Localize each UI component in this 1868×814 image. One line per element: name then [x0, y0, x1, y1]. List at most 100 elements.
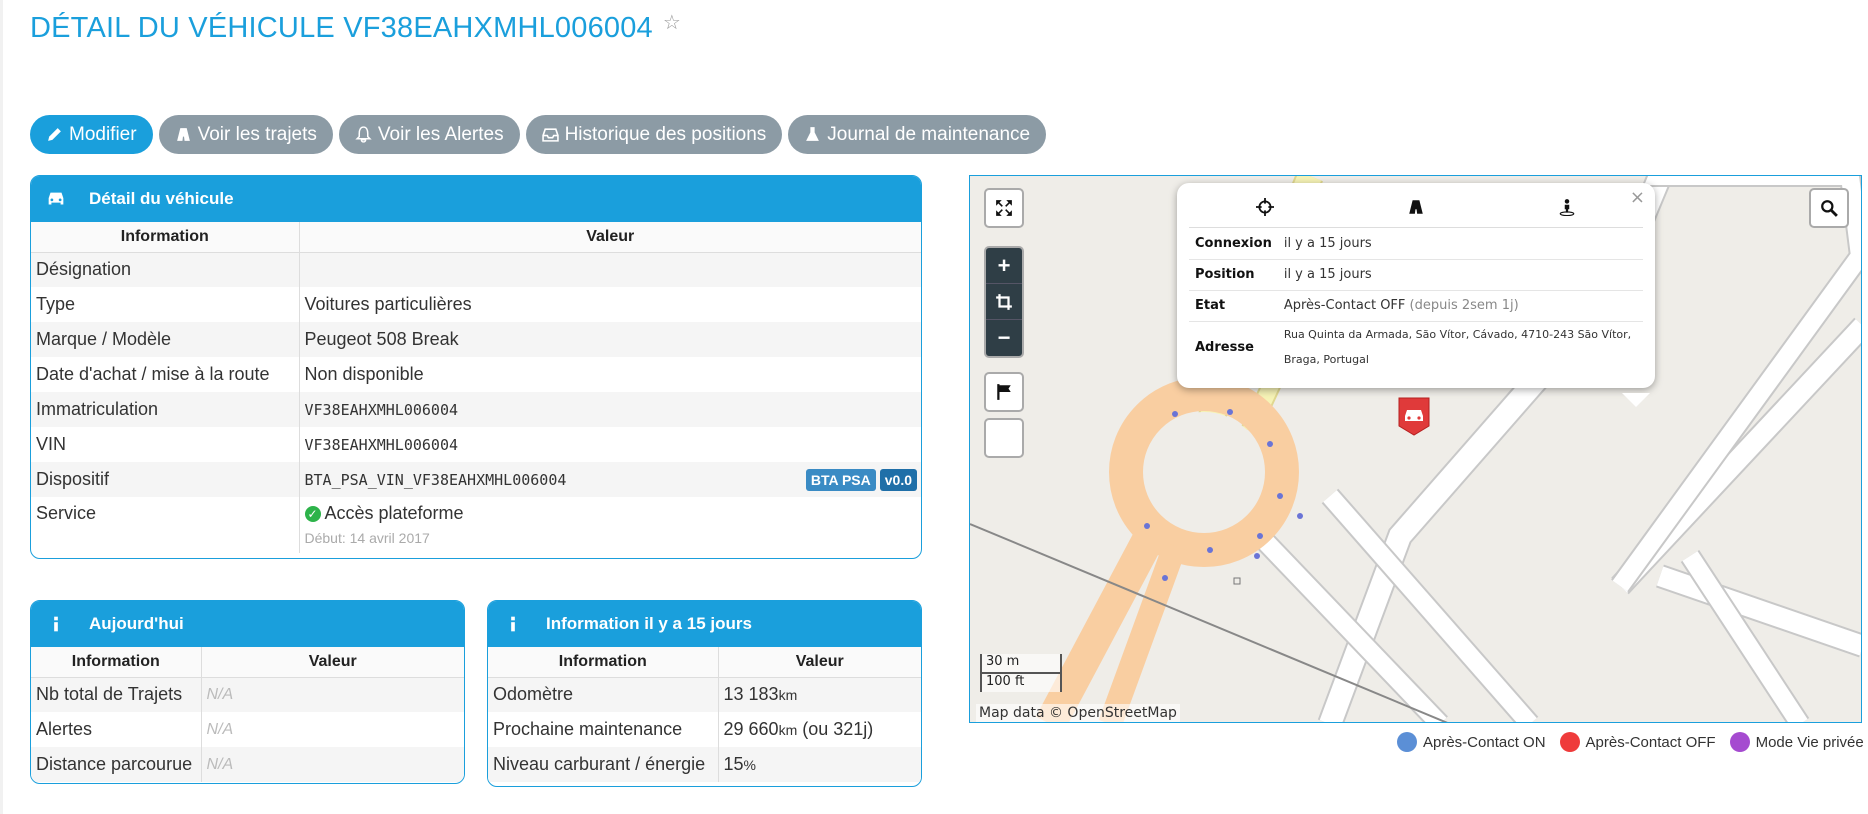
row-label: Prochaine maintenance [493, 719, 683, 739]
unit: km [778, 687, 798, 704]
legend-label: Mode Vie privée [1755, 733, 1864, 751]
dispositif-badge: BTA PSA [805, 469, 876, 491]
etat-value: Après-Contact OFF (depuis 2sem 1j) [1277, 290, 1643, 322]
adresse-label: Adresse [1195, 339, 1254, 355]
info-icon [511, 616, 515, 632]
row-value: Voitures particulières [298, 287, 921, 322]
map-attribution[interactable]: Map data © OpenStreetMap [976, 704, 1180, 722]
row-value: 15% [717, 747, 921, 782]
voir-alertes-label: Voir les Alertes [377, 123, 504, 145]
page-edge [0, 0, 3, 814]
flag-button[interactable] [984, 372, 1024, 412]
column-header-information: Information [488, 647, 718, 678]
row-label: Odomètre [488, 677, 718, 712]
table-row: Distance parcourue N/A [31, 747, 464, 782]
vehicle-marker[interactable] [1397, 396, 1431, 436]
version-badge: v0.0 [879, 469, 917, 491]
search-icon [1821, 200, 1838, 217]
etat-since: (depuis 2sem 1j) [1409, 298, 1519, 313]
panel-title: Détail du véhicule [89, 189, 234, 208]
historique-positions-label: Historique des positions [564, 123, 767, 145]
row-label: Immatriculation [31, 392, 299, 427]
table-row: Prochaine maintenance 29 660km (ou 321j) [488, 712, 921, 747]
scale-meters: 30 m [980, 654, 1062, 674]
legend-dot [1559, 732, 1580, 752]
row-label: Distance parcourue [31, 747, 201, 782]
table-row: Marque / Modèle Peugeot 508 Break [31, 322, 921, 357]
legend-label: Après-Contact OFF [1585, 733, 1716, 751]
legend-item: Mode Vie privée [1729, 732, 1864, 752]
row-label: Dispositif [31, 462, 299, 497]
service-start-date: Début: 14 avril 2017 [304, 530, 430, 546]
row-value: 29 660km (ou 321j) [717, 712, 921, 747]
table-row: Odomètre 13 183km [488, 677, 921, 712]
row-label: Niveau carburant / énergie [488, 747, 718, 782]
etat-text: Après-Contact OFF [1283, 298, 1406, 313]
table-row: Désignation [31, 252, 921, 287]
modifier-button[interactable]: Modifier [30, 115, 153, 154]
connexion-label: Connexion [1189, 228, 1278, 260]
scale-feet: 100 ft [980, 672, 1062, 692]
street-view-icon[interactable] [1557, 197, 1577, 217]
column-header-valeur: Valeur [298, 222, 921, 253]
connexion-value: il y a 15 jours [1277, 228, 1643, 260]
row-label: Alertes [36, 719, 93, 739]
historique-positions-button[interactable]: Historique des positions [525, 115, 783, 154]
table-row: Dispositif BTA_PSA_VIN_VF38EAHXMHL006004… [31, 462, 921, 497]
popup-close-button[interactable]: × [1630, 187, 1645, 208]
info-15-days-panel: Information il y a 15 jours Information … [487, 600, 922, 787]
table-row: Type Voitures particulières [31, 287, 921, 322]
column-header-valeur: Valeur [717, 647, 921, 678]
panel-title: Information il y a 15 jours [546, 614, 752, 633]
inbox-icon [541, 128, 559, 142]
popup-row: Connexion il y a 15 jours [1189, 228, 1643, 260]
vehicle-detail-table: Information Valeur Désignation Type Voit… [31, 222, 921, 553]
column-header-information: Information [31, 222, 299, 253]
unit: km [778, 722, 798, 738]
panel-header: Information il y a 15 jours [488, 601, 921, 647]
fullscreen-button[interactable] [984, 188, 1024, 228]
row-value: N/A [200, 677, 464, 712]
map-scale: 30 m 100 ft [980, 654, 1062, 692]
flask-icon [806, 127, 820, 141]
row-value: BTA_PSA_VIN_VF38EAHXMHL006004 BTA PSA v0.… [298, 462, 921, 497]
table-row: Service ✓ Accès plateforme Début: 14 avri… [31, 497, 921, 553]
crosshairs-icon[interactable] [1255, 197, 1275, 217]
map-search-button[interactable] [1809, 188, 1849, 228]
row-value: N/A [200, 747, 464, 782]
table-row: Niveau carburant / énergie 15% [488, 747, 921, 782]
zoom-in-button[interactable]: + [986, 248, 1022, 284]
journal-maintenance-label: Journal de maintenance [827, 123, 1031, 145]
flag-icon [997, 384, 1011, 400]
today-table: Information Valeur Nb total de Trajets N… [31, 647, 464, 782]
panel-title: Aujourd'hui [89, 614, 184, 633]
favorite-star-icon[interactable]: ☆ [663, 12, 681, 34]
voir-trajets-button[interactable]: Voir les trajets [158, 115, 333, 154]
road-icon [176, 128, 190, 141]
crop-icon [996, 293, 1012, 310]
info-icon [54, 616, 58, 632]
row-value: VF38EAHXMHL006004 [298, 427, 921, 462]
row-value: VF38EAHXMHL006004 [298, 392, 921, 427]
column-header-valeur: Valeur [200, 647, 464, 678]
crop-button[interactable] [986, 284, 1022, 320]
page-title: DÉTAIL DU VÉHICULE VF38EAHXMHL006004 ☆ [30, 10, 681, 45]
row-label: Date d'achat / mise à la route [36, 364, 270, 384]
pencil-icon [48, 128, 61, 141]
vehicle-map[interactable]: + − × Connexion il y a 15 jours Position… [969, 175, 1862, 723]
voir-alertes-button[interactable]: Voir les Alertes [338, 115, 520, 154]
road-icon[interactable] [1406, 197, 1426, 217]
empty-map-control[interactable] [984, 418, 1024, 458]
table-row: Immatriculation VF38EAHXMHL006004 [31, 392, 921, 427]
table-row: Nb total de Trajets N/A [31, 677, 464, 712]
voir-trajets-label: Voir les trajets [197, 123, 317, 145]
position-value: il y a 15 jours [1277, 259, 1643, 291]
journal-maintenance-button[interactable]: Journal de maintenance [788, 115, 1047, 154]
zoom-out-button[interactable]: − [986, 320, 1022, 356]
row-label: Désignation [31, 252, 299, 287]
zoom-controls: + − [984, 246, 1024, 358]
table-row: Date d'achat / mise à la route Non dispo… [31, 357, 921, 392]
row-label: Service [36, 503, 97, 523]
suffix: (ou 321j) [797, 719, 874, 739]
row-value: Non disponible [298, 357, 921, 392]
